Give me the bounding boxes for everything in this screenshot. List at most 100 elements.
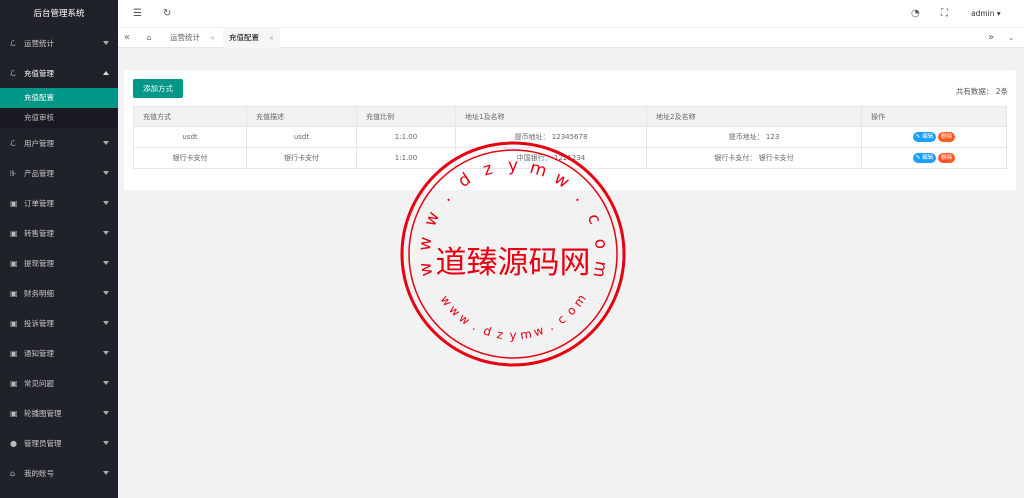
sidebar-item-carousel[interactable]: ▣ 轮播图管理: [0, 398, 118, 428]
sidebar-item-label: 管理员管理: [24, 438, 62, 448]
resale-icon: ▣: [10, 228, 18, 238]
total-count: 共有数据： 2条: [955, 87, 1008, 96]
column-header: 操作: [861, 106, 1007, 127]
sidebar-item-my-account[interactable]: ⌂ 我的账号: [0, 458, 118, 488]
chevron-down-icon: [103, 171, 109, 175]
chevron-up-icon: [103, 71, 109, 75]
edit-button[interactable]: ✎ 编辑: [912, 132, 937, 142]
faq-icon: ▣: [10, 378, 18, 388]
sidebar-item-label: 投诉管理: [24, 318, 54, 328]
sidebar-item-label: 订单管理: [24, 198, 54, 208]
sidebar-item-label: 常见问题: [24, 378, 54, 388]
account-icon: ⌂: [10, 468, 16, 478]
chevron-down-icon: [103, 291, 109, 295]
chevron-down-icon: [103, 261, 109, 265]
user-menu[interactable]: admin ▾: [971, 9, 1001, 18]
user-icon: ℒ: [10, 138, 16, 148]
edit-button[interactable]: ✎ 编辑: [912, 153, 937, 163]
delete-button[interactable]: 删除: [938, 153, 956, 163]
sidebar-item-products[interactable]: ⊪ 产品管理: [0, 158, 118, 188]
table-row: 银行卡支付 银行卡支付 1:1.00 中国银行： 1221234 银行卡支付： …: [133, 147, 1007, 169]
sidebar-item-withdraw[interactable]: ▣ 提现管理: [0, 248, 118, 278]
sidebar-item-label: 通知管理: [24, 348, 54, 358]
cell-desc: usdt: [246, 126, 357, 148]
chevron-down-icon: [103, 441, 109, 445]
chevron-down-icon: [103, 41, 109, 45]
product-icon: ⊪: [10, 168, 17, 178]
caret-down-icon: ▾: [996, 9, 1001, 18]
scroll-left-icon[interactable]: «: [118, 28, 136, 48]
fullscreen-icon[interactable]: ⛶: [941, 8, 948, 19]
content-card: 添加方式 共有数据： 2条 充值方式 充值描述 充值比例 地址1及名称 地址2及…: [124, 70, 1016, 190]
admin-icon: ●: [10, 438, 17, 448]
sidebar: 后台管理系统 ℒ 运营统计 ℒ 充值管理 充值配置 充值审核 ℒ 用户管理 ⊪ 产品管理…: [0, 0, 118, 498]
cell-addr1: 提币地址： 12345678: [455, 126, 647, 148]
add-method-button[interactable]: 添加方式: [133, 79, 183, 98]
column-header: 地址2及名称: [646, 106, 862, 127]
edit-label: 编辑: [922, 134, 934, 140]
sidebar-item-finance[interactable]: ▣ 财务明细: [0, 278, 118, 308]
sidebar-subitem-recharge-review[interactable]: 充值审核: [0, 108, 118, 128]
cell-ratio: 1:1.00: [356, 126, 456, 148]
sidebar-item-label: 转售管理: [24, 228, 54, 238]
edit-label: 编辑: [922, 155, 934, 161]
cell-method: usdt: [133, 126, 247, 148]
sidebar-item-label: 用户管理: [24, 138, 54, 148]
sidebar-item-operations-stats[interactable]: ℒ 运营统计: [0, 28, 118, 58]
sidebar-item-notices[interactable]: ▣ 通知管理: [0, 338, 118, 368]
sidebar-item-label: 轮播图管理: [24, 408, 62, 418]
cell-actions: ✎ 编辑 删除: [861, 147, 1007, 169]
cell-addr1: 中国银行： 1221234: [455, 147, 647, 169]
menu-toggle-icon[interactable]: ☰: [133, 8, 142, 19]
chevron-down-icon: [103, 321, 109, 325]
scroll-right-icon[interactable]: »: [982, 28, 1000, 48]
carousel-icon: ▣: [10, 408, 18, 418]
cell-addr2: 提币地址： 123: [646, 126, 862, 148]
username: admin: [971, 9, 995, 18]
table-header-row: 充值方式 充值描述 充值比例 地址1及名称 地址2及名称 操作: [133, 106, 1007, 127]
chevron-down-icon: [103, 411, 109, 415]
cell-ratio: 1:1.00: [356, 147, 456, 169]
tab-label: 充值配置: [229, 33, 259, 42]
chevron-down-icon: [103, 141, 109, 145]
tab-bar: « ⌂ 运营统计 ✕ 充值配置 ✕ » ⌄: [118, 28, 1024, 48]
sidebar-item-faq[interactable]: ▣ 常见问题: [0, 368, 118, 398]
column-header: 充值比例: [356, 106, 456, 127]
refresh-icon[interactable]: ↻: [163, 8, 171, 19]
finance-icon: ▣: [10, 288, 18, 298]
column-header: 充值描述: [246, 106, 357, 127]
delete-button[interactable]: 删除: [938, 132, 956, 142]
sidebar-item-complaints[interactable]: ▣ 投诉管理: [0, 308, 118, 338]
theme-icon[interactable]: ◔: [911, 8, 920, 19]
chevron-down-icon[interactable]: ⌄: [1002, 28, 1020, 48]
sidebar-item-label: 财务明细: [24, 288, 54, 298]
sidebar-item-recharge[interactable]: ℒ 充值管理: [0, 58, 118, 88]
sidebar-menu: ℒ 运营统计 ℒ 充值管理 充值配置 充值审核 ℒ 用户管理 ⊪ 产品管理 ▣ 订单管理 …: [0, 28, 118, 488]
withdraw-icon: ▣: [10, 258, 18, 268]
sidebar-item-users[interactable]: ℒ 用户管理: [0, 128, 118, 158]
cell-method: 银行卡支付: [133, 147, 247, 169]
sidebar-item-resale[interactable]: ▣ 转售管理: [0, 218, 118, 248]
home-icon[interactable]: ⌂: [140, 28, 158, 48]
wallet-icon: ℒ: [10, 68, 16, 78]
sidebar-subitem-recharge-config[interactable]: 充值配置: [0, 88, 118, 108]
table-row: usdt usdt 1:1.00 提币地址： 12345678 提币地址： 12…: [133, 126, 1007, 148]
tab-recharge-config[interactable]: 充值配置 ✕: [223, 28, 281, 48]
sidebar-item-admins[interactable]: ● 管理员管理: [0, 428, 118, 458]
submenu-recharge: 充值配置 充值审核: [0, 88, 118, 128]
chevron-down-icon: [103, 351, 109, 355]
main-content: 添加方式 共有数据： 2条 充值方式 充值描述 充值比例 地址1及名称 地址2及…: [118, 48, 1024, 498]
sidebar-item-orders[interactable]: ▣ 订单管理: [0, 188, 118, 218]
close-icon[interactable]: ✕: [269, 35, 274, 42]
complaint-icon: ▣: [10, 318, 18, 328]
chevron-down-icon: [103, 201, 109, 205]
tab-label: 运营统计: [170, 33, 200, 42]
cell-desc: 银行卡支付: [246, 147, 357, 169]
close-icon[interactable]: ✕: [210, 35, 215, 42]
sidebar-item-label: 提现管理: [24, 258, 54, 268]
top-header: ☰ ↻ ◔ ⛶ admin ▾: [118, 0, 1024, 28]
notice-icon: ▣: [10, 348, 18, 358]
tab-operations-stats[interactable]: 运营统计 ✕: [164, 28, 221, 48]
chevron-down-icon: [103, 471, 109, 475]
order-icon: ▣: [10, 198, 18, 208]
